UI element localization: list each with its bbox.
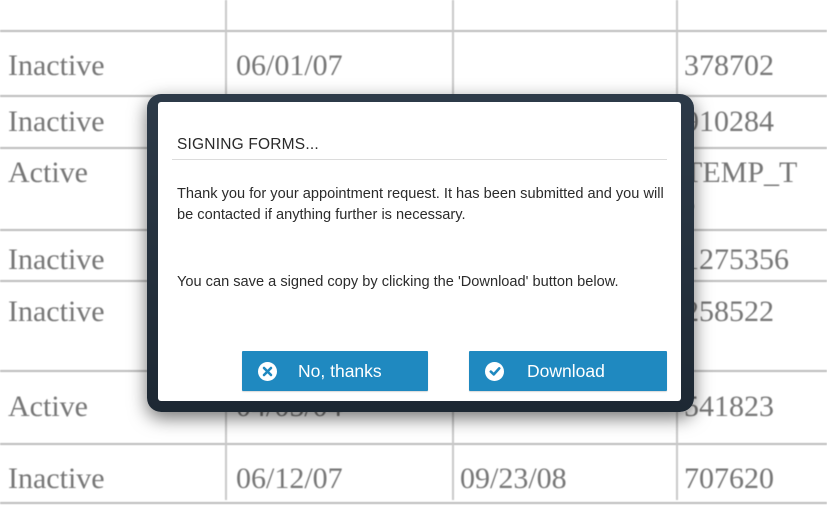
confirmation-message: Thank you for your appointment request. … — [177, 186, 664, 223]
no-thanks-button[interactable]: No, thanks — [242, 351, 428, 391]
close-circle-icon — [258, 361, 277, 381]
check-circle-icon — [485, 361, 504, 381]
signing-forms-dialog: SIGNING FORMS... Thank you for your appo… — [158, 102, 681, 401]
download-button[interactable]: Download — [469, 351, 667, 391]
download-hint-message: You can save a signed copy by clicking t… — [177, 274, 619, 290]
title-divider — [172, 159, 667, 160]
download-label: Download — [527, 360, 605, 381]
dialog-frame: SIGNING FORMS... Thank you for your appo… — [147, 94, 694, 412]
no-thanks-label: No, thanks — [298, 360, 382, 381]
dialog-title: SIGNING FORMS... — [177, 136, 319, 153]
